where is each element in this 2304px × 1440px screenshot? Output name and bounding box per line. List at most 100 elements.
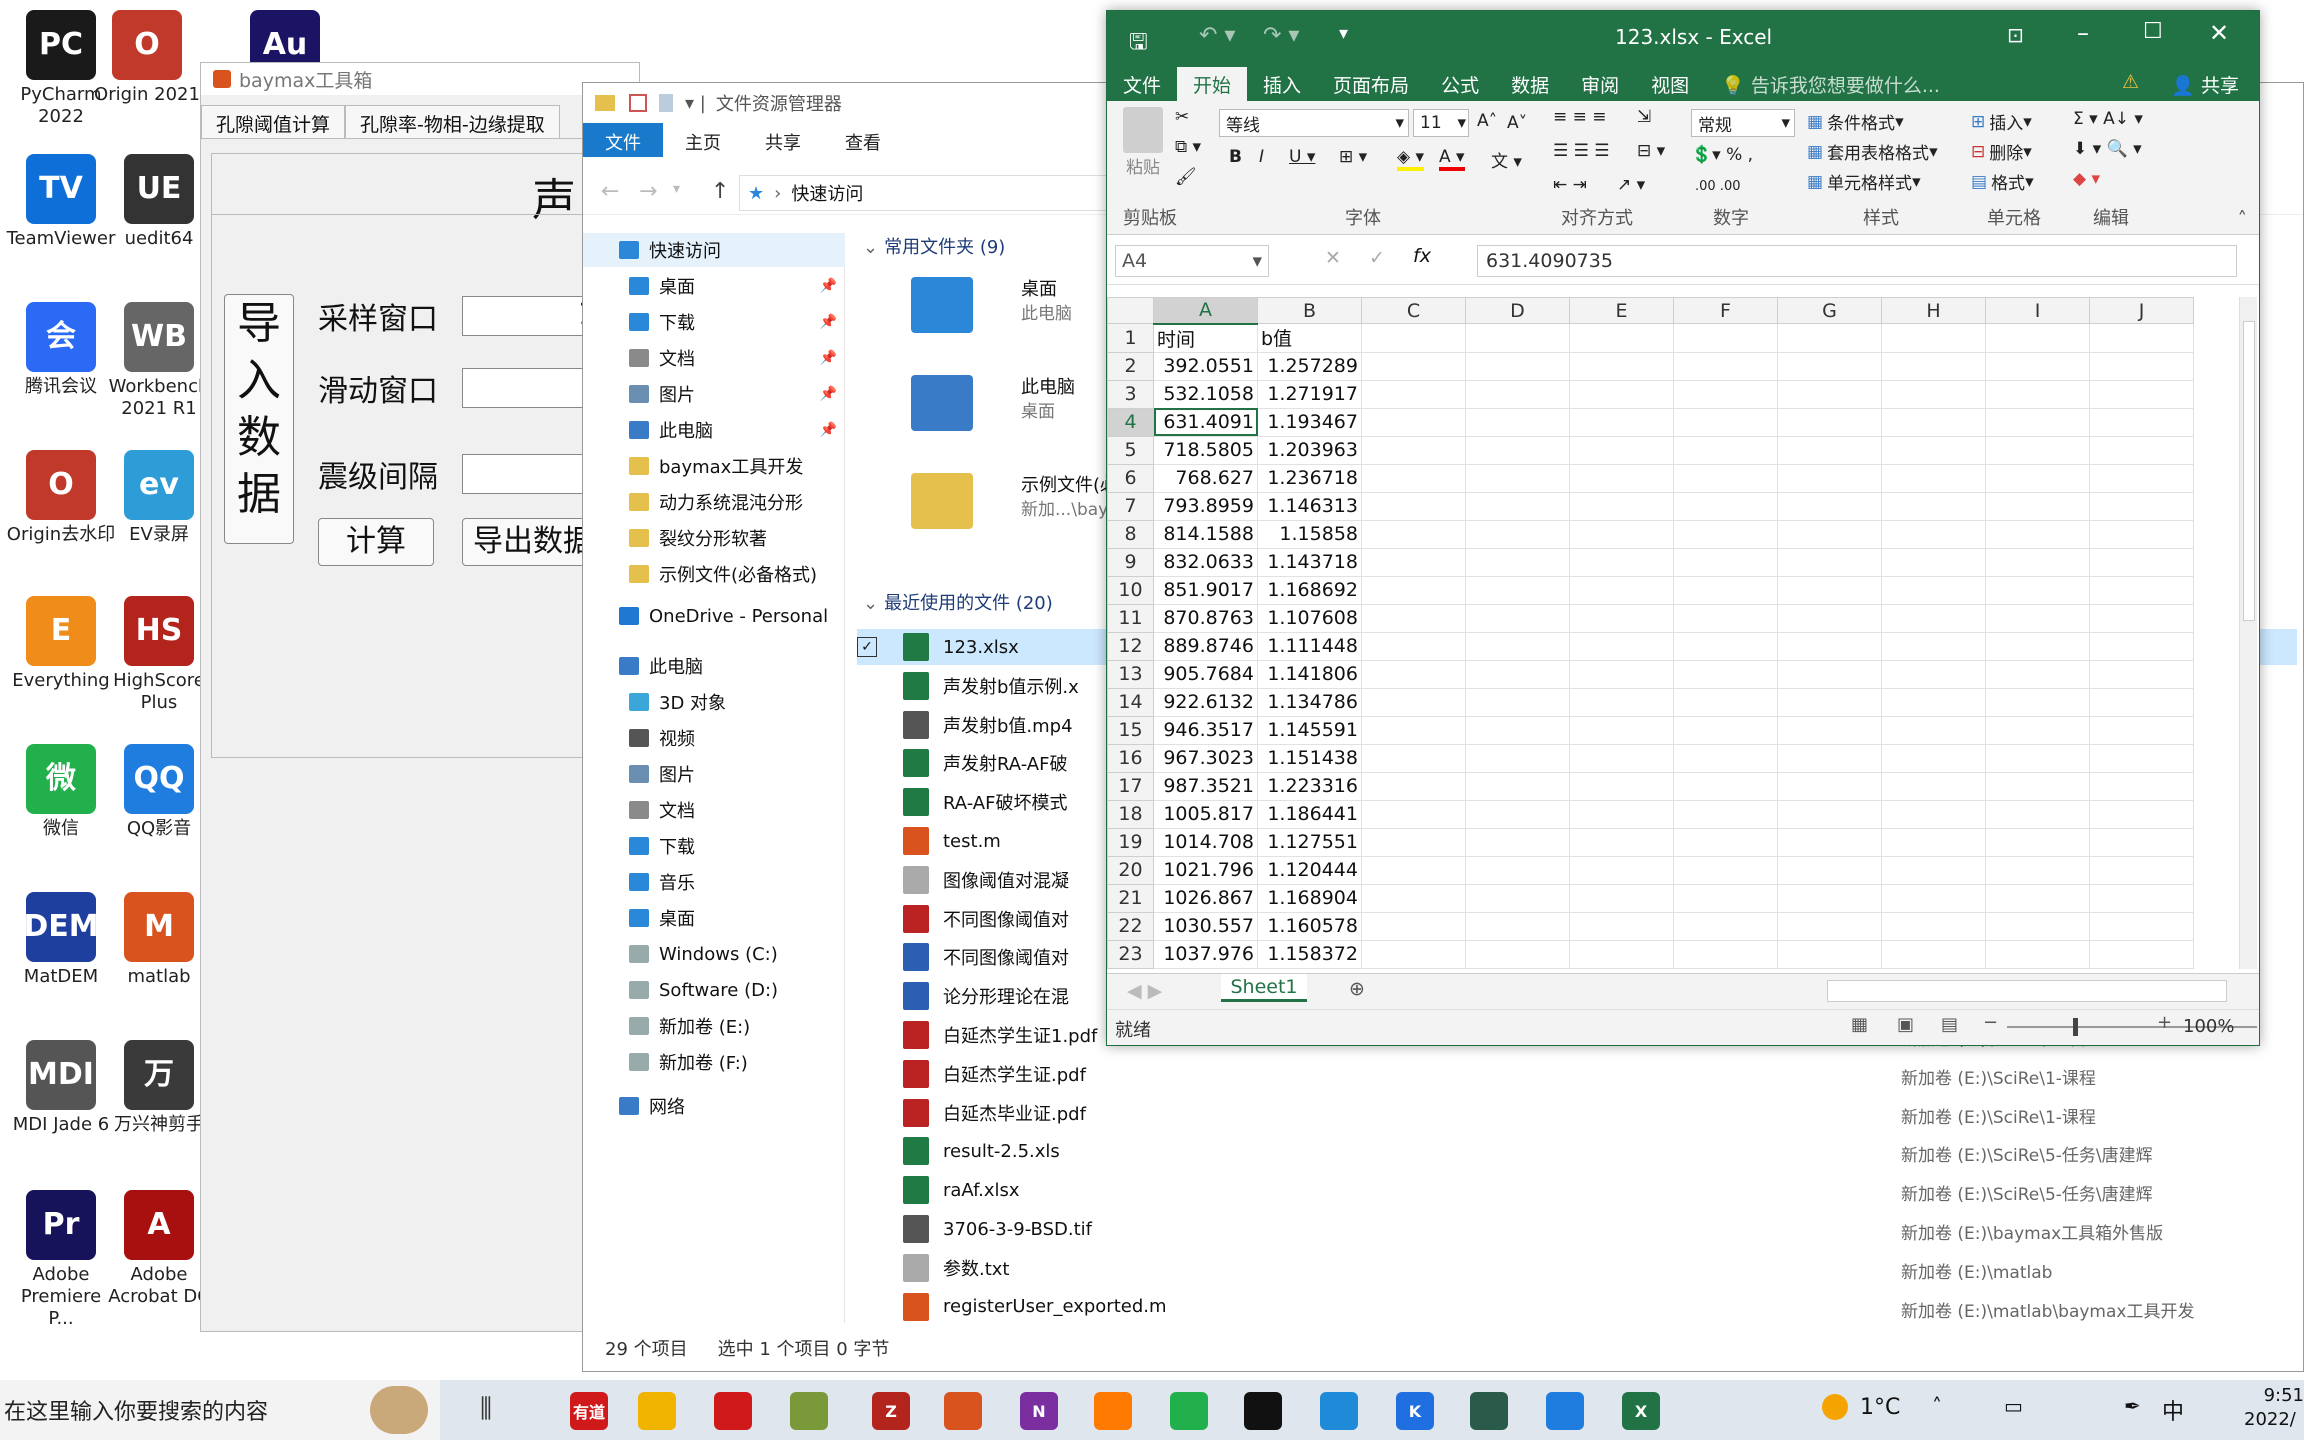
tab-view[interactable]: 查看: [823, 123, 903, 157]
cell[interactable]: [1777, 743, 1882, 773]
cell[interactable]: [1777, 351, 1882, 381]
cell[interactable]: [1777, 799, 1882, 829]
sum-icon[interactable]: Σ ▾ A↓ ▾: [2073, 109, 2143, 129]
cell[interactable]: [1465, 939, 1570, 969]
cell[interactable]: [2089, 659, 2194, 689]
pin-icon[interactable]: 📌: [820, 278, 837, 294]
column-header[interactable]: J: [2089, 297, 2194, 324]
cell[interactable]: [1673, 407, 1778, 437]
row-header[interactable]: 9: [1107, 547, 1154, 577]
cell[interactable]: 1026.867: [1153, 883, 1258, 913]
pin-icon[interactable]: 📌: [820, 386, 837, 402]
row-header[interactable]: 5: [1107, 435, 1154, 465]
column-header[interactable]: B: [1257, 297, 1362, 324]
cell[interactable]: [1985, 799, 2090, 829]
cell[interactable]: [2089, 491, 2194, 521]
desktop-icon[interactable]: A Adobe Acrobat DC: [104, 1190, 214, 1308]
cell[interactable]: [1673, 827, 1778, 857]
cell[interactable]: [2089, 407, 2194, 437]
fill-icon[interactable]: ⬇ ▾ 🔍 ▾: [2073, 139, 2142, 159]
zoom-in-icon[interactable]: +: [2157, 1012, 2172, 1033]
tab-home[interactable]: 主页: [663, 123, 743, 157]
sidebar-item[interactable]: 桌面 📌: [583, 269, 845, 303]
column-header[interactable]: F: [1673, 297, 1778, 324]
cell[interactable]: [1881, 659, 1986, 689]
decimal-icon[interactable]: .00 .00: [1695, 179, 1740, 194]
tab-formulas[interactable]: 公式: [1425, 67, 1495, 101]
cell[interactable]: [1465, 659, 1570, 689]
phonetic-icon[interactable]: 文 ▾: [1491, 147, 1522, 172]
checkbox-icon[interactable]: [857, 986, 877, 1006]
cell[interactable]: [1569, 827, 1674, 857]
cell[interactable]: [2089, 827, 2194, 857]
sidebar-item[interactable]: 新加卷 (F:): [583, 1045, 845, 1079]
cell[interactable]: [1361, 827, 1466, 857]
cell[interactable]: [1881, 547, 1986, 577]
cell[interactable]: 1005.817: [1153, 799, 1258, 829]
scroll-thumb[interactable]: [2243, 321, 2255, 621]
recent-file[interactable]: result-2.5.xls 新加卷 (E:)\SciRe\5-任务\唐建辉: [857, 1133, 2297, 1169]
pin-icon[interactable]: 📌: [820, 422, 837, 438]
cell[interactable]: [1569, 603, 1674, 633]
sidebar-item[interactable]: 网络: [583, 1089, 845, 1123]
cell[interactable]: [1673, 323, 1778, 353]
cell[interactable]: [2089, 603, 2194, 633]
underline-icon[interactable]: U ▾: [1289, 147, 1315, 167]
cell[interactable]: [1777, 463, 1882, 493]
cell[interactable]: [2089, 855, 2194, 885]
add-sheet-icon[interactable]: ⊕: [1349, 978, 1365, 1000]
cut-icon[interactable]: ✂: [1175, 107, 1189, 127]
checkbox-icon[interactable]: [857, 753, 877, 773]
row-header[interactable]: 11: [1107, 603, 1154, 633]
cell[interactable]: [1673, 575, 1778, 605]
desktop-icon[interactable]: 万万兴神剪手: [104, 1040, 214, 1136]
cell[interactable]: 1.15858: [1257, 519, 1362, 549]
cell[interactable]: 718.5805: [1153, 435, 1258, 465]
cell[interactable]: 946.3517: [1153, 715, 1258, 745]
align-left-icon[interactable]: ☰ ☰ ☰: [1553, 141, 1610, 161]
cell[interactable]: [1361, 687, 1466, 717]
orientation-icon[interactable]: ↗ ▾: [1617, 175, 1645, 195]
row-header[interactable]: 6: [1107, 463, 1154, 493]
row-header[interactable]: 8: [1107, 519, 1154, 549]
sidebar-item[interactable]: 快速访问: [583, 233, 845, 267]
checkbox-icon[interactable]: [857, 909, 877, 929]
cell[interactable]: [1361, 547, 1466, 577]
taskbar-app-icon[interactable]: K: [1396, 1392, 1434, 1430]
cell-styles-button[interactable]: ▦ 单元格样式 ▾: [1807, 169, 1921, 195]
maximize-icon[interactable]: ☐: [2143, 19, 2163, 44]
spreadsheet-grid[interactable]: A B C D E F G H I J 1 时间 b值 2 392.0551 1.257289 3 532.105…: [1107, 297, 2239, 969]
cell[interactable]: 1.223316: [1257, 771, 1362, 801]
cell[interactable]: [1881, 379, 1986, 409]
frequent-folders-header[interactable]: ⌄ 常用文件夹 (9): [863, 233, 1005, 259]
align-top-icon[interactable]: ≡ ≡ ≡: [1553, 107, 1607, 127]
desktop-icon[interactable]: QQ QQ影音: [104, 744, 214, 840]
checkbox-icon[interactable]: [857, 715, 877, 735]
cell[interactable]: [1881, 575, 1986, 605]
cell[interactable]: 1.186441: [1257, 799, 1362, 829]
bold-icon[interactable]: B: [1229, 147, 1242, 167]
cell[interactable]: [2089, 687, 2194, 717]
cell[interactable]: [1569, 743, 1674, 773]
checkbox-icon[interactable]: [857, 1180, 877, 1200]
sidebar-item[interactable]: OneDrive - Personal: [583, 599, 845, 633]
tab-pore-threshold[interactable]: 孔隙阈值计算: [201, 105, 346, 138]
cell[interactable]: 1.236718: [1257, 463, 1362, 493]
taskbar-app-icon[interactable]: Z: [872, 1392, 910, 1430]
cell[interactable]: [2089, 715, 2194, 745]
cell[interactable]: [2089, 911, 2194, 941]
cell[interactable]: [1673, 911, 1778, 941]
cell[interactable]: [2089, 519, 2194, 549]
cell[interactable]: [1777, 631, 1882, 661]
desktop-icon[interactable]: MDI MDI Jade 6: [6, 1040, 116, 1136]
cell[interactable]: [1465, 575, 1570, 605]
taskbar-app-icon[interactable]: [714, 1392, 752, 1430]
checkbox-icon[interactable]: [857, 1297, 877, 1317]
column-header[interactable]: C: [1361, 297, 1466, 324]
cell[interactable]: [1465, 771, 1570, 801]
cell[interactable]: [1985, 771, 2090, 801]
cell[interactable]: [1361, 743, 1466, 773]
cell[interactable]: [1881, 855, 1986, 885]
cell[interactable]: [1985, 323, 2090, 353]
cell[interactable]: [1465, 715, 1570, 745]
